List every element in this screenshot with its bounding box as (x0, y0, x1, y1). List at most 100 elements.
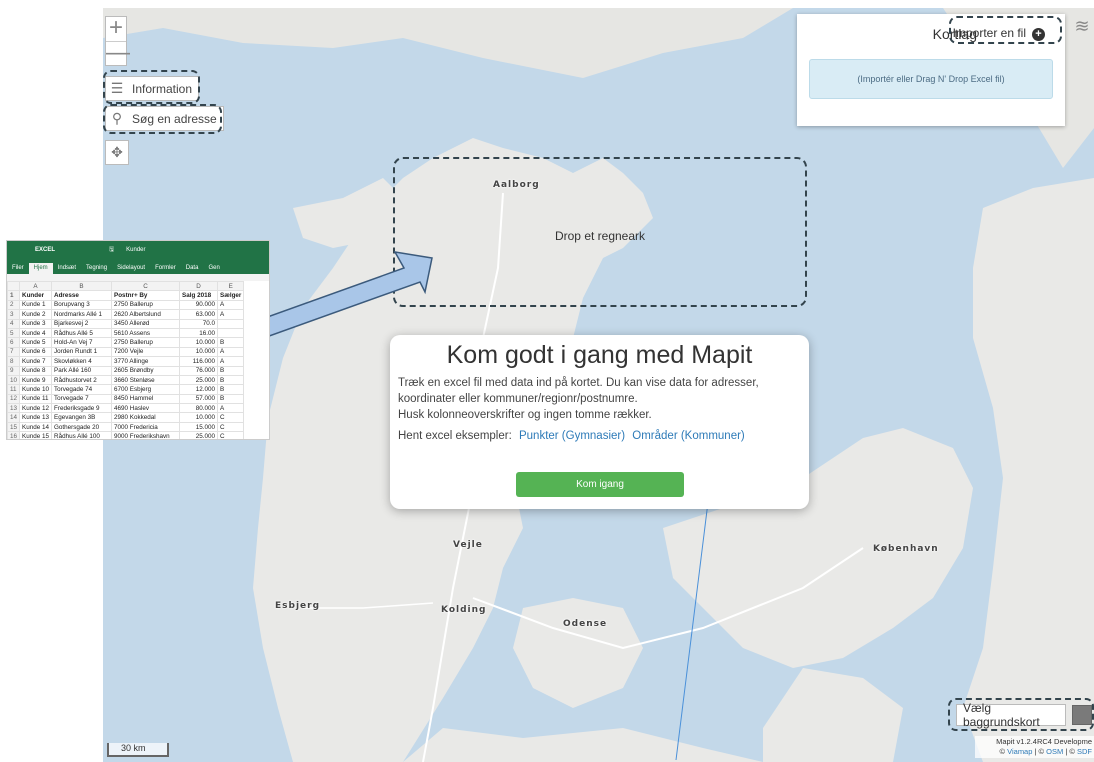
excel-cell: Gothersgade 20 (51, 421, 113, 433)
excel-grid: A B C D E 1 Kunder Adresse Postnr+ By Salg 2018 Sæ… (7, 280, 245, 439)
excel-cell: Kunde 14 (19, 421, 53, 433)
excel-cell: Kunde 9 (19, 374, 53, 386)
version-text: Mapit v1.2.4RC4 Developme (996, 737, 1092, 746)
example-points-link[interactable]: Punkter (Gymnasier) (519, 430, 625, 442)
save-icon: 🖫 (109, 246, 115, 253)
excel-row: 13 Kunde 12 Frederiksgade 9 4690 Haslev 80.0… (7, 403, 245, 414)
excel-row: 14 Kunde 13 Egevangen 3B 2980 Kokkedal 10.00… (7, 412, 245, 423)
excel-cell: 12.000 (179, 384, 219, 395)
excel-cell: Kunde 15 (19, 431, 53, 439)
excel-cell: 57.000 (179, 393, 219, 405)
excel-cell: B (217, 337, 245, 348)
excel-column-header: C (111, 280, 181, 292)
excel-cell: 7200 Vejle (111, 346, 181, 358)
excel-cell: Rådhus Allé 100 (51, 431, 113, 439)
excel-column-header: D (179, 280, 219, 292)
osm-link[interactable]: OSM (1046, 747, 1063, 756)
excel-row: 2 Kunde 1 Borupvang 3 2750 Ballerup 90.000 A (7, 299, 245, 311)
excel-cell: Adresse (51, 290, 113, 301)
examples-row: Hent excel eksempler: Punkter (Gymnasier… (398, 430, 801, 442)
welcome-dialog: Kom godt i gang med Mapit Træk en excel … (390, 335, 809, 509)
excel-row: 16 Kunde 15 Rådhus Allé 100 9000 Frederiksh… (7, 431, 245, 439)
sdf-link[interactable]: SDF (1077, 747, 1092, 756)
thin-arrow-line (675, 469, 713, 761)
excel-cell: 76.000 (179, 365, 219, 376)
excel-cell: Frederiksgade 9 (51, 403, 113, 414)
excel-app-name: EXCEL (35, 246, 56, 253)
excel-cell: B (217, 393, 245, 405)
excel-cell: Rådhus Allé 5 (51, 327, 113, 339)
welcome-text-line2: koordinater eller kommuner/regionr/postn… (398, 393, 638, 405)
excel-cell: Hold-An Vej 7 (51, 337, 113, 348)
excel-tab-active: Hjem (28, 263, 53, 274)
excel-row: 4 Kunde 3 Bjarkesvej 2 3450 Allerød 70.0 (7, 318, 245, 329)
excel-cell: 10.000 (179, 412, 219, 423)
excel-row: 11 Kunde 10 Torvegade 74 6700 Esbjerg 12.000… (7, 384, 245, 395)
excel-cell: 2750 Ballerup (111, 299, 181, 311)
excel-cell: 7000 Fredericia (111, 421, 181, 433)
excel-cell: 2605 Brøndby (111, 365, 181, 376)
excel-cell: A (217, 356, 245, 367)
excel-cell (217, 327, 245, 339)
excel-cell: Nordmarks Allé 1 (51, 309, 113, 320)
excel-row: 9 Kunde 8 Park Allé 160 2605 Brøndby 76.000 B (7, 365, 245, 376)
excel-cell: Bjarkesvej 2 (51, 318, 113, 329)
excel-cell: A (217, 309, 245, 320)
excel-row: 1 Kunder Adresse Postnr+ By Salg 2018 Sælger (7, 290, 245, 301)
excel-cell: 116.000 (179, 356, 219, 367)
excel-cell: 90.000 (179, 299, 219, 311)
get-started-button[interactable]: Kom igang (516, 472, 684, 497)
excel-cell: Kunde 2 (19, 309, 53, 320)
example-areas-link[interactable]: Områder (Kommuner) (632, 430, 744, 442)
excel-cell: Kunde 3 (19, 318, 53, 329)
excel-cell (217, 318, 245, 329)
excel-cell: 6700 Esbjerg (111, 384, 181, 395)
excel-tab: Gen (208, 265, 220, 271)
excel-file-name: Kunder (126, 246, 146, 253)
excel-cell: B (217, 365, 245, 376)
excel-cell: 3770 Allinge (111, 356, 181, 367)
excel-cell: 80.000 (179, 403, 219, 414)
excel-tab: Filer (12, 265, 24, 271)
excel-cell: Kunde 7 (19, 356, 53, 367)
excel-cell: A (217, 346, 245, 358)
excel-tab: Sidelayout (117, 265, 146, 271)
excel-cell: B (217, 374, 245, 386)
excel-titlebar: EXCEL 🖫 Kunder (7, 241, 269, 258)
excel-cell: 16.00 (179, 327, 219, 339)
excel-tab: Tegning (86, 265, 108, 271)
excel-cell: Kunde 8 (19, 365, 53, 376)
excel-column-header: B (51, 280, 113, 292)
welcome-title: Kom godt i gang med Mapit (446, 341, 753, 369)
excel-cell: Kunde 4 (19, 327, 53, 339)
welcome-text-line3: Husk kolonneoverskrifter og ingen tomme … (398, 409, 652, 421)
excel-cell: 5610 Assens (111, 327, 181, 339)
excel-cell: C (217, 412, 245, 423)
excel-cell: B (217, 384, 245, 395)
excel-cell: Jorden Rundt 1 (51, 346, 113, 358)
excel-cell: 2620 Albertslund (111, 309, 181, 320)
excel-cell: A (217, 403, 245, 414)
excel-row: 15 Kunde 14 Gothersgade 20 7000 Fredericia 1… (7, 421, 245, 433)
excel-cell: Sælger (217, 290, 245, 301)
excel-row: 12 Kunde 11 Torvegade 7 8450 Hammel 57.000 B (7, 393, 245, 405)
excel-row: 3 Kunde 2 Nordmarks Allé 1 2620 Albertslund… (7, 309, 245, 320)
excel-cell: 9000 Frederikshavn (111, 431, 181, 439)
excel-screenshot: EXCEL 🖫 Kunder Filer Hjem Indsæt Tegning… (6, 240, 270, 440)
excel-cell: Torvegade 74 (51, 384, 113, 395)
scale-bar: 30 km (107, 743, 169, 757)
excel-cell: Torvegade 7 (51, 393, 113, 405)
excel-cell: C (217, 431, 245, 439)
viamap-link[interactable]: Viamap (1007, 747, 1032, 756)
excel-cell: Kunde 13 (19, 412, 53, 423)
excel-tab: Formler (155, 265, 176, 271)
excel-cell: Rådhustorvet 2 (51, 374, 113, 386)
excel-row: 10 Kunde 9 Rådhustorvet 2 3660 Stenløse 25.0… (7, 374, 245, 386)
excel-column-header: A (19, 280, 53, 292)
excel-cell: 2980 Kokkedal (111, 412, 181, 423)
excel-cell: 2750 Ballerup (111, 337, 181, 348)
background-map-button[interactable]: Vælg baggrundskort (948, 698, 1094, 731)
excel-cell: Kunder (19, 290, 53, 301)
attribution: Mapit v1.2.4RC4 Developme © Viamap | © O… (975, 736, 1094, 758)
excel-row: 8 Kunde 7 Skovløkken 4 3770 Allinge 116.000 A (7, 356, 245, 367)
